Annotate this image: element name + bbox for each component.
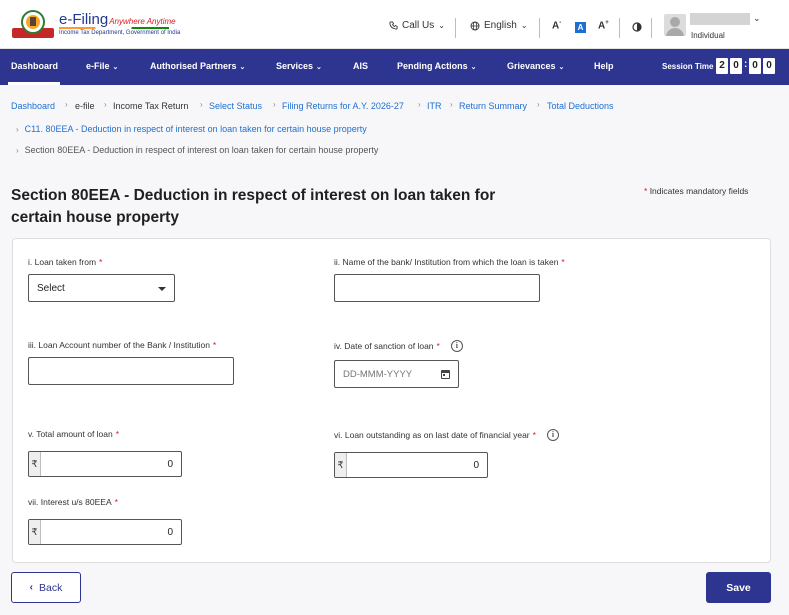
- nav-dashboard[interactable]: Dashboard: [11, 61, 58, 71]
- total-loan-label: v. Total amount of loan *: [28, 429, 120, 439]
- chevron-down-icon: ⌄: [520, 21, 528, 30]
- sanction-date-field[interactable]: [334, 360, 459, 388]
- save-button[interactable]: Save: [706, 572, 771, 603]
- breadcrumb-separator: ›: [200, 100, 203, 109]
- chevron-down-icon: ⌄: [239, 64, 246, 71]
- breadcrumb-income-tax-return: Income Tax Return: [113, 101, 189, 111]
- page-title: Section 80EEA - Deduction in respect of …: [11, 187, 496, 226]
- breadcrumb-separator: ›: [273, 100, 276, 109]
- breadcrumb-efile: e-file: [75, 101, 95, 111]
- brand-subtitle: Income Tax Department, Government of Ind…: [59, 30, 181, 36]
- rupee-icon: ₹: [335, 453, 347, 477]
- breadcrumb-separator: ›: [537, 100, 540, 109]
- loan-account-label: iii. Loan Account number of the Bank / I…: [28, 340, 217, 350]
- loan-outstanding-field: ₹: [334, 452, 488, 478]
- font-increase-button[interactable]: A+: [598, 20, 609, 31]
- session-digit: 0: [763, 58, 775, 74]
- nav-help[interactable]: Help: [594, 61, 614, 71]
- breadcrumb-separator: ›: [450, 100, 453, 109]
- total-loan-field: ₹: [28, 451, 182, 477]
- nav-authorised-partners[interactable]: Authorised Partners ⌄: [150, 61, 245, 71]
- breadcrumb-return-summary[interactable]: Return Summary: [459, 101, 527, 111]
- breadcrumb-separator: ›: [104, 100, 107, 109]
- interest-field: ₹: [28, 519, 182, 545]
- breadcrumb-separator: ›: [16, 125, 19, 134]
- chevron-down-icon: ⌄: [438, 21, 445, 30]
- interest-input[interactable]: [41, 520, 181, 544]
- session-colon: :: [744, 59, 748, 70]
- rupee-icon: ₹: [29, 520, 41, 544]
- info-icon[interactable]: i: [546, 429, 559, 441]
- nav-efile[interactable]: e-File ⌄: [86, 61, 118, 71]
- info-icon[interactable]: i: [450, 340, 463, 352]
- income-tax-emblem-icon: [12, 10, 54, 38]
- loan-outstanding-input[interactable]: [347, 453, 487, 477]
- contrast-icon[interactable]: [632, 22, 642, 32]
- mandatory-note: * Indicates mandatory fields: [644, 186, 749, 196]
- breadcrumb-separator: ›: [16, 146, 19, 155]
- phone-icon: [389, 21, 398, 30]
- chevron-down-icon: ⌄: [470, 64, 477, 71]
- nav-services[interactable]: Services ⌄: [276, 61, 322, 71]
- rupee-icon: ₹: [29, 452, 41, 476]
- brand-name[interactable]: e-FilingAnywhere Anytime: [59, 11, 176, 28]
- back-button[interactable]: ‹ Back: [11, 572, 81, 603]
- sanction-date-input[interactable]: [343, 368, 433, 380]
- session-digit: 0: [749, 58, 761, 74]
- user-name-redacted: [690, 13, 750, 25]
- breadcrumb-separator: ›: [418, 100, 421, 109]
- breadcrumb-filing-returns[interactable]: Filing Returns for A.Y. 2026-27: [282, 101, 404, 111]
- font-normal-button[interactable]: A: [575, 22, 586, 33]
- globe-icon: [470, 21, 480, 30]
- loan-taken-from-label: i. Loan taken from *: [28, 257, 103, 267]
- chevron-down-icon: ⌄: [112, 64, 119, 71]
- call-us-dropdown[interactable]: Call Us ⌄: [389, 20, 445, 31]
- chevron-left-icon: ‹: [29, 582, 33, 593]
- loan-outstanding-label: vi. Loan outstanding as on last date of …: [334, 429, 559, 441]
- tricolor-line: [59, 27, 169, 29]
- font-decrease-button[interactable]: A-: [552, 20, 561, 31]
- language-dropdown[interactable]: English ⌄: [470, 20, 528, 31]
- session-digit: 2: [716, 58, 728, 74]
- breadcrumb-separator: ›: [65, 100, 68, 109]
- breadcrumb-dashboard[interactable]: Dashboard: [11, 101, 55, 111]
- total-loan-input[interactable]: [41, 452, 181, 476]
- main-navigation: Dashboard e-File ⌄ Authorised Partners ⌄ S…: [0, 49, 789, 85]
- user-role: Individual: [691, 31, 725, 40]
- top-header: e-FilingAnywhere Anytime Income Tax Depa…: [0, 0, 789, 49]
- breadcrumb-section-80eea: › Section 80EEA - Deduction in respect of…: [16, 145, 379, 155]
- nav-active-indicator: [8, 82, 60, 85]
- bank-name-input[interactable]: [334, 274, 540, 302]
- breadcrumb-select-status[interactable]: Select Status: [209, 101, 262, 111]
- chevron-down-icon: ⌄: [316, 64, 322, 71]
- header-divider: [619, 18, 620, 38]
- caret-down-icon: [158, 287, 166, 291]
- nav-pending-actions[interactable]: Pending Actions ⌄: [397, 61, 477, 71]
- sanction-date-label: iv. Date of sanction of loan * i: [334, 340, 463, 352]
- breadcrumb-total-deductions[interactable]: Total Deductions: [547, 101, 614, 111]
- breadcrumb-itr[interactable]: ITR: [427, 101, 442, 111]
- nav-grievances[interactable]: Grievances ⌄: [507, 61, 564, 71]
- header-divider: [455, 18, 456, 38]
- loan-account-input[interactable]: [28, 357, 234, 385]
- user-avatar[interactable]: [664, 14, 686, 36]
- breadcrumb-c11[interactable]: › C11. 80EEA - Deduction in respect of in…: [16, 124, 367, 134]
- chevron-down-icon: ⌄: [558, 64, 565, 71]
- calendar-icon[interactable]: [441, 369, 450, 379]
- chevron-down-icon[interactable]: ⌄: [753, 13, 761, 24]
- header-divider: [539, 18, 540, 38]
- session-time-label: Session Time: [662, 62, 714, 71]
- interest-label: vii. Interest u/s 80EEA *: [28, 497, 118, 507]
- bank-name-label: ii. Name of the bank/ Institution from w…: [334, 257, 565, 267]
- nav-ais[interactable]: AIS: [353, 61, 368, 71]
- loan-taken-from-select[interactable]: Select: [28, 274, 175, 302]
- session-digit: 0: [730, 58, 742, 74]
- header-divider: [651, 18, 652, 38]
